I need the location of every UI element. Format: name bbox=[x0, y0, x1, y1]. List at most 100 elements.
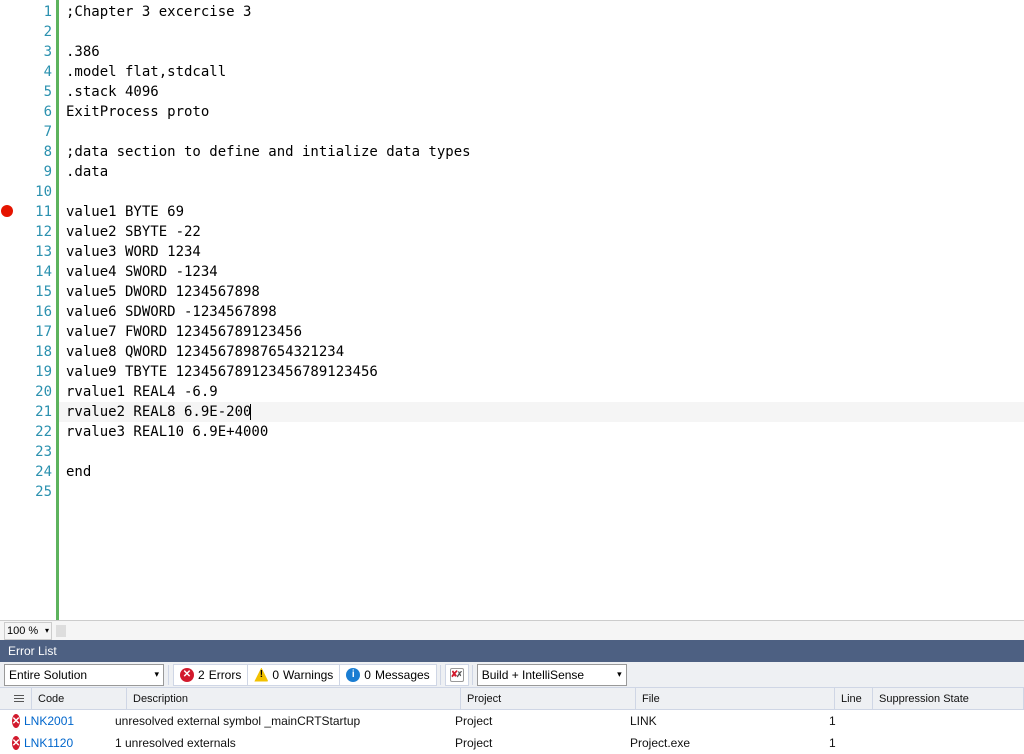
code-line[interactable]: rvalue2 REAL8 6.9E-200 bbox=[56, 402, 1024, 422]
warning-icon: ! bbox=[254, 668, 268, 682]
chevron-down-icon: ▾ bbox=[45, 626, 49, 635]
line-number: 23 bbox=[16, 442, 56, 462]
scope-value: Entire Solution bbox=[9, 668, 87, 682]
code-line[interactable]: .data bbox=[56, 162, 1024, 182]
zoom-value: 100 % bbox=[7, 625, 38, 637]
code-line[interactable]: value6 SDWORD -1234567898 bbox=[56, 302, 1024, 322]
code-line[interactable] bbox=[56, 442, 1024, 462]
message-count: 0 bbox=[364, 668, 371, 682]
column-icon[interactable] bbox=[0, 688, 32, 709]
error-grid-header[interactable]: Code Description Project File Line Suppr… bbox=[0, 688, 1024, 710]
row-icon: ✕ bbox=[0, 736, 20, 750]
row-code: LNK2001 bbox=[20, 714, 115, 728]
row-file: LINK bbox=[624, 714, 823, 728]
line-number: 2 bbox=[16, 22, 56, 42]
line-number: 3 bbox=[16, 42, 56, 62]
filter-messages-toggle[interactable]: i 0 Messages bbox=[339, 664, 436, 686]
breakpoint-margin[interactable] bbox=[0, 0, 16, 620]
line-number: 8 bbox=[16, 142, 56, 162]
code-line[interactable] bbox=[56, 122, 1024, 142]
column-project[interactable]: Project bbox=[461, 688, 636, 709]
line-number: 12 bbox=[16, 222, 56, 242]
line-number: 16 bbox=[16, 302, 56, 322]
line-number: 10 bbox=[16, 182, 56, 202]
column-suppression[interactable]: Suppression State bbox=[873, 688, 1024, 709]
line-number: 9 bbox=[16, 162, 56, 182]
code-line[interactable]: value5 DWORD 1234567898 bbox=[56, 282, 1024, 302]
row-project: Project bbox=[449, 736, 624, 750]
line-number: 21 bbox=[16, 402, 56, 422]
error-icon: ✕ bbox=[12, 714, 20, 728]
error-row[interactable]: ✕ LNK2001 unresolved external symbol _main… bbox=[0, 710, 1024, 732]
code-line[interactable]: value9 TBYTE 123456789123456789123456 bbox=[56, 362, 1024, 382]
breakpoint-icon[interactable] bbox=[1, 205, 13, 217]
filter-clear-icon: ✘ bbox=[450, 668, 464, 682]
scroll-left-icon[interactable] bbox=[56, 625, 66, 637]
line-number: 4 bbox=[16, 62, 56, 82]
separator bbox=[440, 665, 441, 685]
code-line[interactable]: rvalue1 REAL4 -6.9 bbox=[56, 382, 1024, 402]
error-label: Errors bbox=[209, 668, 242, 682]
warning-label: Warnings bbox=[283, 668, 333, 682]
code-line[interactable]: value7 FWORD 123456789123456 bbox=[56, 322, 1024, 342]
line-number: 17 bbox=[16, 322, 56, 342]
editor-footer: 100 % ▾ bbox=[0, 620, 1024, 640]
line-number: 20 bbox=[16, 382, 56, 402]
line-number: 6 bbox=[16, 102, 56, 122]
chevron-down-icon: ▾ bbox=[617, 669, 622, 680]
code-line[interactable]: ExitProcess proto bbox=[56, 102, 1024, 122]
column-file[interactable]: File bbox=[636, 688, 835, 709]
code-line[interactable]: .stack 4096 bbox=[56, 82, 1024, 102]
row-desc: unresolved external symbol _mainCRTStart… bbox=[115, 714, 449, 728]
code-line[interactable] bbox=[56, 482, 1024, 502]
intellisense-value: Build + IntelliSense bbox=[482, 668, 584, 682]
code-line[interactable] bbox=[56, 182, 1024, 202]
column-description[interactable]: Description bbox=[127, 688, 461, 709]
code-line[interactable]: value4 SWORD -1234 bbox=[56, 262, 1024, 282]
code-line[interactable]: end bbox=[56, 462, 1024, 482]
line-number: 24 bbox=[16, 462, 56, 482]
clear-filters-button[interactable]: ✘ bbox=[445, 664, 469, 686]
code-line[interactable]: value1 BYTE 69 bbox=[56, 202, 1024, 222]
code-line[interactable]: value8 QWORD 12345678987654321234 bbox=[56, 342, 1024, 362]
info-icon: i bbox=[346, 668, 360, 682]
code-line[interactable]: value2 SBYTE -22 bbox=[56, 222, 1024, 242]
line-number: 11 bbox=[16, 202, 56, 222]
line-number: 1 bbox=[16, 2, 56, 22]
scope-combo[interactable]: Entire Solution ▾ bbox=[4, 664, 164, 686]
row-file: Project.exe bbox=[624, 736, 823, 750]
message-label: Messages bbox=[375, 668, 430, 682]
code-line[interactable]: .model flat,stdcall bbox=[56, 62, 1024, 82]
row-line: 1 bbox=[823, 714, 861, 728]
error-list-toolbar: Entire Solution ▾ ✕ 2 Errors ! 0 Warning… bbox=[0, 662, 1024, 688]
line-number-gutter: 1234567891011121314151617181920212223242… bbox=[16, 0, 56, 620]
text-cursor bbox=[250, 404, 251, 420]
error-list-title[interactable]: Error List bbox=[0, 640, 1024, 662]
error-code-link[interactable]: LNK1120 bbox=[24, 736, 73, 750]
row-icon: ✕ bbox=[0, 714, 20, 728]
error-grid-body[interactable]: ✕ LNK2001 unresolved external symbol _main… bbox=[0, 710, 1024, 754]
column-line[interactable]: Line bbox=[835, 688, 873, 709]
code-line[interactable]: ;data section to define and intialize da… bbox=[56, 142, 1024, 162]
code-line[interactable]: value3 WORD 1234 bbox=[56, 242, 1024, 262]
line-number: 13 bbox=[16, 242, 56, 262]
line-number: 22 bbox=[16, 422, 56, 442]
code-line[interactable]: rvalue3 REAL10 6.9E+4000 bbox=[56, 422, 1024, 442]
intellisense-combo[interactable]: Build + IntelliSense ▾ bbox=[477, 664, 627, 686]
code-line[interactable]: ;Chapter 3 excercise 3 bbox=[56, 2, 1024, 22]
code-line[interactable]: .386 bbox=[56, 42, 1024, 62]
column-code[interactable]: Code bbox=[32, 688, 127, 709]
filter-errors-toggle[interactable]: ✕ 2 Errors bbox=[173, 664, 248, 686]
line-number: 19 bbox=[16, 362, 56, 382]
change-bar bbox=[56, 0, 59, 620]
filter-warnings-toggle[interactable]: ! 0 Warnings bbox=[247, 664, 340, 686]
grid-settings-icon bbox=[13, 693, 25, 705]
error-row[interactable]: ✕LNK11201 unresolved externalsProjectPro… bbox=[0, 732, 1024, 754]
error-code-link[interactable]: LNK2001 bbox=[24, 714, 74, 728]
chevron-down-icon: ▾ bbox=[154, 669, 159, 680]
code-line[interactable] bbox=[56, 22, 1024, 42]
line-number: 7 bbox=[16, 122, 56, 142]
code-editor[interactable]: 1234567891011121314151617181920212223242… bbox=[0, 0, 1024, 620]
zoom-combo[interactable]: 100 % ▾ bbox=[4, 622, 52, 640]
code-area[interactable]: ;Chapter 3 excercise 3 .386.model flat,st… bbox=[56, 0, 1024, 620]
